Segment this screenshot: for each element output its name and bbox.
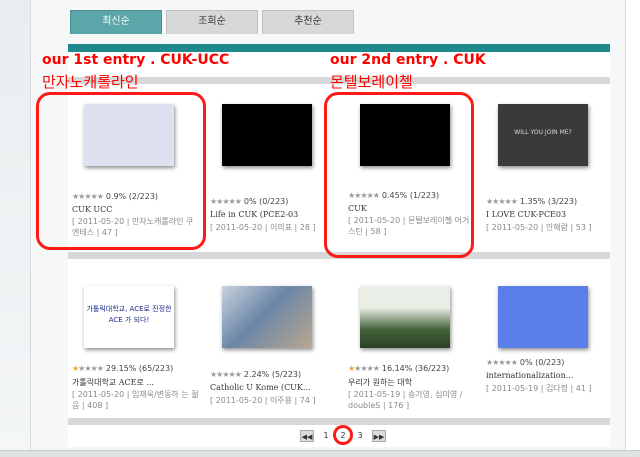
header-bar — [68, 44, 610, 52]
video-meta: [ 2011-05-20 | 이주용 | 74 ] — [210, 396, 316, 405]
thumbnail[interactable] — [356, 282, 456, 354]
thumbnail[interactable] — [218, 100, 318, 172]
thumbnail-image[interactable]: WILL YOU JOIN ME? — [498, 104, 588, 166]
prev-page-button[interactable]: ◀◀ — [300, 430, 314, 442]
thumbnail-image[interactable] — [222, 104, 312, 166]
tab-recommended[interactable]: 추천순 — [262, 10, 354, 34]
rating-stars: ★★★★★ 1.35% (3/223) — [486, 197, 578, 206]
video-meta: [ 2011-05-20 | 임재욱/변동하 는 젊음 | 408 ] — [72, 390, 199, 410]
annotation-second-entry: our 2nd entry . CUK — [330, 52, 486, 68]
tab-latest[interactable]: 최신순 — [70, 10, 162, 34]
video-title[interactable]: Catholic U Kome (CUK... — [210, 383, 311, 392]
annotation-first-entry-name: 만자노캐롤라인 — [42, 73, 139, 91]
tab-views[interactable]: 조회순 — [166, 10, 258, 34]
rating-text: 29.15% (65/223) — [105, 364, 174, 373]
rating-stars: ★★★★★ 16.14% (36/223) — [348, 364, 450, 373]
annotation-box-first — [36, 92, 206, 250]
video-meta: [ 2011-05-19 | 김다정 | 41 ] — [486, 384, 592, 393]
thumbnail[interactable] — [494, 282, 594, 354]
rating-stars: ★★★★★ 0% (0/223) — [486, 358, 565, 367]
row-divider — [68, 418, 610, 425]
annotation-second-entry-name: 몬텔보레이첼 — [330, 73, 413, 91]
thumbnail[interactable] — [218, 282, 318, 354]
video-title[interactable]: I LOVE CUK-PCE03 — [486, 210, 566, 219]
video-title[interactable]: 가톨릭대학교 ACE로 ... — [72, 377, 154, 388]
rating-stars: ★★★★★ 2.24% (5/223) — [210, 370, 302, 379]
annotation-first-entry: our 1st entry . CUK-UCC — [42, 52, 230, 68]
video-title[interactable]: internationalization... — [486, 371, 573, 380]
thumbnail[interactable]: 가톨릭대학교, ACE로 진정한 ACE 가 되다! — [80, 282, 180, 354]
rating-text: 0% (0/223) — [519, 358, 565, 367]
annotation-current-page-circle — [333, 425, 353, 445]
page-link-3[interactable]: 3 — [354, 430, 366, 442]
thumbnail-image[interactable] — [360, 286, 450, 348]
page-link-1[interactable]: 1 — [320, 430, 332, 442]
rating-stars: ★★★★★ 0% (0/223) — [210, 197, 289, 206]
thumbnail-image[interactable]: 가톨릭대학교, ACE로 진정한 ACE 가 되다! — [84, 286, 174, 348]
thumbnail[interactable]: WILL YOU JOIN ME? — [494, 100, 594, 172]
thumbnail-image[interactable] — [498, 286, 588, 348]
rating-text: 1.35% (3/223) — [519, 197, 578, 206]
next-page-button[interactable]: ▶▶ — [372, 430, 386, 442]
page-left-band — [0, 0, 30, 457]
video-title[interactable]: Life in CUK (PCE2-03 — [210, 210, 298, 219]
rating-text: 0% (0/223) — [243, 197, 289, 206]
video-meta: [ 2011-05-20 | 안해람 | 53 ] — [486, 223, 592, 232]
video-meta: [ 2011-05-19 | 송가영, 심미영 / doubleS | 176 … — [348, 390, 463, 410]
annotation-box-second — [324, 92, 474, 258]
browser-bottom-bar — [0, 450, 640, 457]
video-title[interactable]: 우리가 원하는 대학 — [348, 377, 412, 388]
rating-text: 16.14% (36/223) — [381, 364, 450, 373]
rating-stars: ★★★★★ 29.15% (65/223) — [72, 364, 174, 373]
rating-text: 2.24% (5/223) — [243, 370, 302, 379]
video-meta: [ 2011-05-20 | 이의표 | 28 ] — [210, 223, 316, 232]
thumbnail-image[interactable] — [222, 286, 312, 348]
